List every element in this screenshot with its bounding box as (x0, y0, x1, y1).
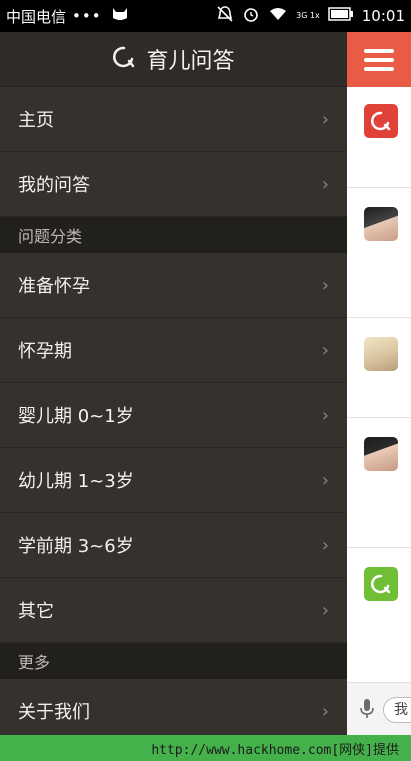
section-header-more: 更多 (0, 643, 347, 679)
carrier-label: 中国电信 (6, 7, 67, 26)
menu-item-other[interactable]: 其它 › (0, 578, 347, 643)
avatar[interactable] (364, 337, 398, 371)
battery-icon (328, 7, 354, 25)
menu-item-label: 婴儿期 0~1岁 (18, 406, 134, 427)
navigation-drawer: 育儿问答 主页 › 我的问答 › 问题分类 准备怀孕 › 怀孕期 › 婴儿期 0… (0, 32, 347, 735)
source-watermark: http://www.hackhome.com[网侠]提供 (0, 735, 411, 761)
menu-item-prepare-pregnancy[interactable]: 准备怀孕 › (0, 253, 347, 318)
microphone-icon[interactable] (357, 697, 377, 721)
menu-item-label: 主页 (18, 110, 54, 131)
drawer-title: 育儿问答 (146, 49, 235, 74)
chevron-right-icon: › (321, 108, 329, 130)
status-bar: 中国电信 ••• 3G 1x 10:01 (0, 0, 411, 32)
chevron-right-icon: › (321, 339, 329, 361)
clock-time: 10:01 (361, 7, 405, 25)
cat-notification-icon (110, 6, 130, 26)
hamburger-menu-icon (364, 48, 394, 71)
drawer-header: 育儿问答 (0, 32, 347, 87)
menu-item-label: 准备怀孕 (18, 276, 90, 297)
menu-item-toddler[interactable]: 幼儿期 1~3岁 › (0, 448, 347, 513)
menu-item-preschool[interactable]: 学前期 3~6岁 › (0, 513, 347, 578)
app-logo-icon (112, 45, 136, 73)
chevron-right-icon: › (321, 700, 329, 722)
menu-item-label: 怀孕期 (18, 341, 72, 362)
avatar[interactable] (364, 104, 398, 138)
silent-bell-icon (216, 5, 234, 27)
avatar[interactable] (364, 207, 398, 241)
menu-item-my-questions[interactable]: 我的问答 › (0, 152, 347, 217)
section-header-categories: 问题分类 (0, 217, 347, 253)
menu-item-label: 幼儿期 1~3岁 (18, 471, 134, 492)
question-input[interactable]: 我 (383, 697, 411, 723)
chevron-right-icon: › (321, 404, 329, 426)
divider (347, 417, 411, 418)
menu-item-about-us[interactable]: 关于我们 › (0, 679, 347, 735)
network-type-label: 3G 1x (296, 11, 320, 20)
divider (347, 547, 411, 548)
alarm-clock-icon (242, 5, 260, 27)
app-logo-icon (371, 111, 391, 131)
menu-item-label: 我的问答 (18, 175, 90, 196)
chevron-right-icon: › (321, 173, 329, 195)
divider (347, 187, 411, 188)
cellular-signal-icon: 3G 1x (296, 12, 320, 20)
chevron-right-icon: › (321, 274, 329, 296)
menu-toggle-button[interactable] (347, 32, 411, 87)
menu-item-infant[interactable]: 婴儿期 0~1岁 › (0, 383, 347, 448)
menu-item-label: 其它 (18, 601, 54, 622)
wifi-icon (268, 6, 288, 26)
divider (347, 317, 411, 318)
menu-item-pregnancy[interactable]: 怀孕期 › (0, 318, 347, 383)
chevron-right-icon: › (321, 534, 329, 556)
avatar[interactable] (364, 567, 398, 601)
menu-item-label: 学前期 3~6岁 (18, 536, 134, 557)
chevron-right-icon: › (321, 599, 329, 621)
notification-dots: ••• (72, 7, 102, 25)
input-bar: 我 (347, 682, 411, 735)
chevron-right-icon: › (321, 469, 329, 491)
menu-item-home[interactable]: 主页 › (0, 87, 347, 152)
main-content-peek[interactable]: 我 (347, 32, 411, 735)
menu-item-label: 关于我们 (18, 702, 90, 723)
app-logo-icon (371, 574, 391, 594)
avatar[interactable] (364, 437, 398, 471)
